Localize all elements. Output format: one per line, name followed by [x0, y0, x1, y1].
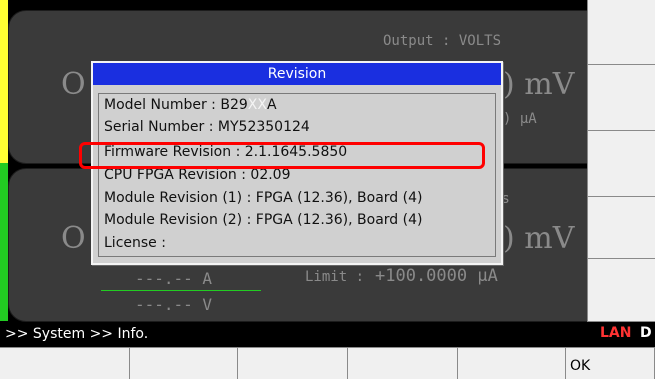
side-softkey-5[interactable]: [587, 259, 655, 322]
ok-button[interactable]: OK: [566, 347, 655, 379]
channel-1-current: ) µA: [503, 111, 537, 127]
side-softkey-2[interactable]: [587, 65, 655, 131]
channel-2-measure-right: ) mV: [503, 221, 575, 256]
lan-indicator: LAN: [600, 325, 632, 341]
channel-1-output-mode: Output : VOLTS: [383, 33, 502, 49]
license: License :: [104, 235, 166, 251]
channel-1-color-bar: [0, 0, 8, 163]
channel-2-voltage-readout: ---.-- V: [135, 295, 213, 314]
model-number-label: Model Number : B29: [104, 97, 248, 113]
module-revision-1: Module Revision (1) : FPGA (12.36), Boar…: [104, 190, 423, 206]
channel-2-limit-label: Limit :: [305, 269, 365, 285]
side-softkey-1[interactable]: [587, 0, 655, 65]
d-indicator: D: [640, 325, 652, 341]
channel-1-measure-right: ) mV: [503, 67, 575, 102]
bottom-softkey-2[interactable]: [130, 347, 238, 379]
model-number-masked: XX: [247, 97, 267, 113]
side-softkey-3[interactable]: [587, 131, 655, 197]
channel-2-measure-left: O: [61, 221, 86, 256]
breadcrumb: >> System >> Info.: [5, 326, 149, 342]
side-softkey-4[interactable]: [587, 197, 655, 259]
channel-2-underline: [101, 290, 261, 291]
channel-1-measure-left: O: [61, 67, 86, 102]
bottom-softkey-5[interactable]: [458, 347, 566, 379]
bottom-softkey-4[interactable]: [348, 347, 458, 379]
channel-2-current-readout: ---.-- A: [135, 269, 213, 288]
bottom-softkey-1[interactable]: [0, 347, 130, 379]
channel-2-color-bar: [0, 163, 8, 321]
channel-2-limit-value: +100.0000 µA: [375, 266, 498, 286]
cpu-fpga-revision: CPU FPGA Revision : 02.09: [104, 167, 291, 183]
model-number: Model Number : B29XXA: [104, 97, 277, 113]
bottom-softkey-3[interactable]: [238, 347, 348, 379]
module-revision-2: Module Revision (2) : FPGA (12.36), Boar…: [104, 212, 423, 228]
firmware-highlight-box: [79, 142, 485, 169]
dialog-title: Revision: [93, 63, 501, 85]
serial-number: Serial Number : MY52350124: [104, 119, 310, 135]
model-number-suffix: A: [266, 97, 277, 113]
revision-info-panel: Model Number : B29XXA Serial Number : MY…: [98, 93, 496, 257]
